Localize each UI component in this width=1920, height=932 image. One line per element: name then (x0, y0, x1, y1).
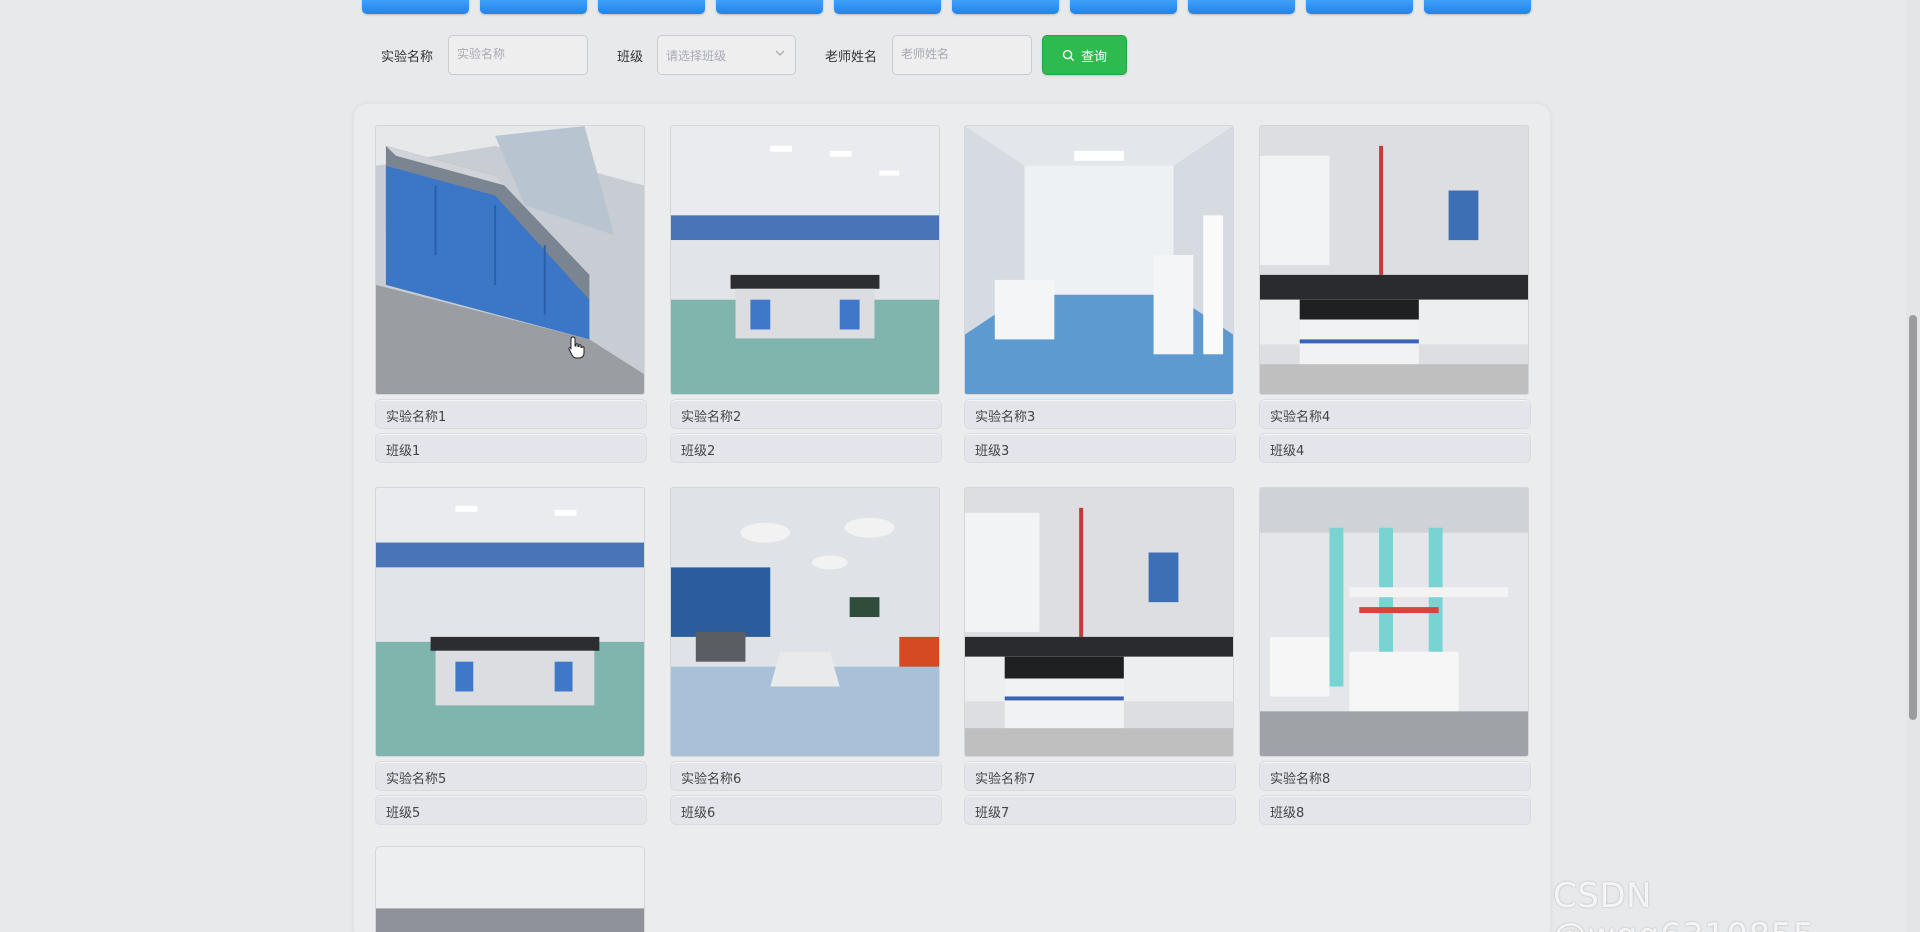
experiment-name-field: 实验名称5 (375, 761, 647, 791)
class-field: 班级5 (375, 795, 647, 825)
experiment-card[interactable]: 实验名称4 班级4 (1259, 125, 1531, 463)
class-field: 班级4 (1259, 433, 1531, 463)
lab-photo[interactable] (1259, 487, 1529, 757)
chevron-down-icon (775, 50, 785, 56)
class-field: 班级3 (964, 433, 1236, 463)
query-button-label: 查询 (1080, 49, 1107, 65)
nav-button-8[interactable] (1188, 0, 1295, 14)
experiment-card[interactable]: 实验名称5 班级5 (375, 487, 647, 825)
hand-cursor-icon (568, 336, 585, 359)
nav-button-3[interactable] (598, 0, 705, 14)
lab-photo[interactable] (670, 487, 940, 757)
experiment-name-field: 实验名称1 (375, 399, 647, 429)
scrollbar[interactable] (1906, 0, 1920, 932)
experiment-card[interactable]: 实验名称3 班级3 (964, 125, 1236, 463)
class-field: 班级1 (375, 433, 647, 463)
experiment-name-field: 实验名称6 (670, 761, 942, 791)
experiment-name-field: 实验名称4 (1259, 399, 1531, 429)
experiment-card[interactable]: 实验名称1 班级1 (375, 125, 647, 463)
lab-photo[interactable] (375, 846, 645, 932)
experiment-name-label: 实验名称 (381, 50, 434, 65)
lab-photo[interactable] (1259, 125, 1529, 395)
nav-button-1[interactable] (362, 0, 469, 14)
class-field: 班级6 (670, 795, 942, 825)
nav-button-9[interactable] (1306, 0, 1413, 14)
class-label: 班级 (617, 50, 644, 65)
top-nav-bar (362, 0, 1532, 14)
experiment-name-field: 实验名称7 (964, 761, 1236, 791)
experiment-name-input-wrap[interactable] (448, 35, 588, 75)
experiment-name-input[interactable] (457, 47, 579, 61)
experiment-card-panel: 实验名称1 班级1 实验名称2 班级2 实验名称3 班级3 实验名称4 班级4 … (353, 103, 1551, 932)
nav-button-6[interactable] (952, 0, 1059, 14)
teacher-name-input-wrap[interactable] (892, 35, 1032, 75)
experiment-name-field: 实验名称3 (964, 399, 1236, 429)
experiment-name-field: 实验名称2 (670, 399, 942, 429)
experiment-card[interactable] (375, 846, 647, 932)
lab-photo[interactable] (964, 125, 1234, 395)
nav-button-4[interactable] (716, 0, 823, 14)
nav-button-10[interactable] (1424, 0, 1531, 14)
lab-photo[interactable] (375, 487, 645, 757)
teacher-name-label: 老师姓名 (825, 50, 878, 65)
experiment-card[interactable]: 实验名称7 班级7 (964, 487, 1236, 825)
search-icon (1062, 49, 1075, 61)
experiment-name-field: 实验名称8 (1259, 761, 1531, 791)
experiment-card[interactable]: 实验名称2 班级2 (670, 125, 942, 463)
class-field: 班级8 (1259, 795, 1531, 825)
lab-photo[interactable] (670, 125, 940, 395)
experiment-card[interactable]: 实验名称8 班级8 (1259, 487, 1531, 825)
class-field: 班级7 (964, 795, 1236, 825)
class-field: 班级2 (670, 433, 942, 463)
lab-photo[interactable] (964, 487, 1234, 757)
watermark: CSDN @wqq6310855 (1553, 876, 1814, 932)
class-select-placeholder: 请选择班级 (666, 49, 727, 63)
search-form: 实验名称 班级 请选择班级 老师姓名 查询 (362, 35, 1362, 75)
query-button[interactable]: 查询 (1042, 35, 1127, 75)
class-select[interactable]: 请选择班级 (657, 35, 796, 75)
scrollbar-thumb[interactable] (1909, 315, 1917, 720)
lab-photo[interactable] (375, 125, 645, 395)
nav-button-5[interactable] (834, 0, 941, 14)
nav-button-7[interactable] (1070, 0, 1177, 14)
nav-button-2[interactable] (480, 0, 587, 14)
experiment-card[interactable]: 实验名称6 班级6 (670, 487, 942, 825)
teacher-name-input[interactable] (901, 47, 1023, 61)
